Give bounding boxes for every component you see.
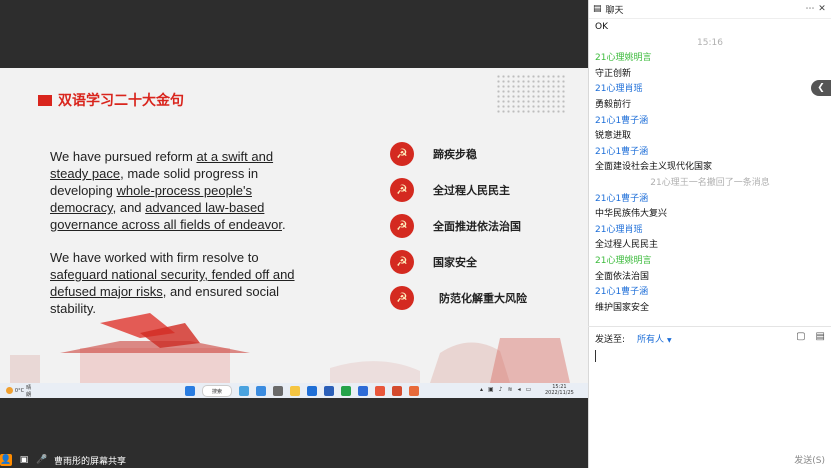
party-emblem-icon: ☭ xyxy=(390,142,414,166)
message-sender: 21心1曹子涵 xyxy=(595,146,649,157)
user-icon: 👤 xyxy=(0,454,12,466)
screen-share-status: 👤 ▣ 🎤 曹雨彤的屏幕共享 xyxy=(0,452,588,468)
send-to-bar: 发送至: 所有人 ▼ ▢ ▤ xyxy=(588,326,831,349)
speaker-icon[interactable]: ◂ xyxy=(518,386,521,393)
more-icon[interactable]: ⋯ xyxy=(804,4,816,14)
microphone-icon[interactable]: 🎤 xyxy=(36,454,48,466)
windows-taskbar: 0°C 晴朗 搜索 ▴ ▣ ♪ ≋ ◂ ▭ 15:21 2022/11/25 xyxy=(0,383,588,398)
taskbar-apps: 搜索 xyxy=(185,385,419,397)
clock-date: 2022/11/25 xyxy=(545,390,574,396)
search-label: 搜索 xyxy=(211,388,222,395)
send-to-label: 发送至: xyxy=(595,334,626,345)
send-button[interactable]: 发送(S) xyxy=(773,452,825,466)
screen-share-area: 双语学习二十大金句 We have pursued reform at a sw… xyxy=(0,0,588,468)
keyword-label: 国家安全 xyxy=(433,256,477,269)
store-icon[interactable] xyxy=(307,386,317,396)
weather-label: 晴朗 xyxy=(26,384,32,398)
taskbar-clock[interactable]: 15:21 2022/11/25 xyxy=(545,384,574,396)
chat-header: ▤ 聊天 ⋯ ✕ xyxy=(589,0,831,19)
wechat-icon[interactable] xyxy=(341,386,351,396)
chat-input[interactable] xyxy=(592,348,826,448)
tiananmen-flag-illustration xyxy=(10,313,570,383)
folder-icon[interactable] xyxy=(290,386,300,396)
taskview-icon[interactable] xyxy=(273,386,283,396)
chat-message-list: OK 15:16 21心理姚明言 守正创新 21心理肖瑶 勇毅前行 21心1曹子涵 锐意进取 2… xyxy=(595,20,825,316)
weather-widget[interactable]: 0°C 晴朗 xyxy=(6,384,36,398)
send-to-dropdown[interactable]: 所有人 ▼ xyxy=(637,332,672,345)
battery-icon[interactable]: ▭ xyxy=(526,386,532,393)
keyword-label: 全面推进依法治国 xyxy=(433,220,521,233)
mail-icon[interactable] xyxy=(358,386,368,396)
decorative-dot-grid xyxy=(496,74,566,114)
message-text: 全过程人民民主 xyxy=(595,240,659,251)
wps-icon[interactable] xyxy=(375,386,385,396)
message-text: 中华民族伟大复兴 xyxy=(595,209,668,220)
slide-title-text: 双语学习二十大金句 xyxy=(58,93,184,109)
browser-icon[interactable] xyxy=(256,386,266,396)
message-sender: 21心1曹子涵 xyxy=(595,287,649,298)
chevron-left-icon: ❮ xyxy=(817,83,825,93)
keyword-item: ☭ 全过程人民民主 xyxy=(390,177,570,203)
message-sender: 21心理肖瑶 xyxy=(595,224,643,235)
screen-share-label: 曹雨彤的屏幕共享 xyxy=(54,456,127,467)
chevron-up-icon[interactable]: ▴ xyxy=(480,386,483,393)
message-text: 全面建设社会主义现代化国家 xyxy=(595,162,713,173)
message-text: 勇毅前行 xyxy=(595,99,632,110)
weather-temp: 0°C xyxy=(14,387,25,394)
sun-icon xyxy=(6,387,13,394)
wifi-icon[interactable]: ≋ xyxy=(508,386,513,393)
para1-text-3: , and xyxy=(112,200,146,215)
file-icon[interactable]: ▢ xyxy=(796,331,805,342)
party-emblem-icon: ☭ xyxy=(390,178,414,202)
party-emblem-icon: ☭ xyxy=(390,214,414,238)
message-sender: 21心1曹子涵 xyxy=(595,193,649,204)
system-message: 15:16 xyxy=(697,37,723,48)
message-sender: 21心理肖瑶 xyxy=(595,84,643,95)
slide-title: 双语学习二十大金句 xyxy=(38,90,184,110)
title-marker xyxy=(38,94,52,106)
keyword-item: ☭ 国家安全 xyxy=(390,249,570,275)
collapse-panel-button[interactable]: ❮ xyxy=(811,80,831,96)
message-text: OK xyxy=(595,22,608,32)
keyword-label: 蹄疾步稳 xyxy=(433,148,477,161)
system-message: 21心理王一名撤回了一条消息 xyxy=(650,177,770,188)
camera-icon[interactable]: ▣ xyxy=(488,386,494,393)
microphone-icon[interactable]: ♪ xyxy=(499,386,503,393)
taskbar-search[interactable]: 搜索 xyxy=(202,385,232,397)
system-tray: ▴ ▣ ♪ ≋ ◂ ▭ xyxy=(480,386,531,393)
chat-title: 聊天 xyxy=(605,5,624,16)
text-caret xyxy=(595,350,596,362)
message-sender: 21心理姚明言 xyxy=(595,255,652,266)
screen-share-icon[interactable]: ▣ xyxy=(18,454,30,466)
keyword-item: ☭ 蹄疾步稳 xyxy=(390,141,570,167)
message-text: 锐意进取 xyxy=(595,131,632,142)
message-text: 全面依法治国 xyxy=(595,271,650,282)
chat-tools: ▢ ▤ xyxy=(796,331,825,342)
dropdown-arrow-icon: ▼ xyxy=(666,336,672,344)
party-emblem-icon: ☭ xyxy=(390,250,414,274)
para1-text-1: We have pursued reform xyxy=(50,149,197,164)
message-text: 维护国家安全 xyxy=(595,302,650,313)
screenshot-icon[interactable]: ▤ xyxy=(816,331,825,342)
start-icon[interactable] xyxy=(185,386,195,396)
keyword-label: 全过程人民民主 xyxy=(433,184,510,197)
presentation-slide: 双语学习二十大金句 We have pursued reform at a sw… xyxy=(0,68,588,383)
para2-text-1: We have worked with firm resolve to xyxy=(50,250,259,265)
firefox-icon[interactable] xyxy=(409,386,419,396)
para1-text-4: . xyxy=(281,217,286,232)
message-text: 守正创新 xyxy=(595,68,632,79)
message-sender: 21心理姚明言 xyxy=(595,53,652,64)
keyword-item: ☭ 全面推进依法治国 xyxy=(390,213,570,239)
send-to-value: 所有人 xyxy=(637,334,665,345)
powerpoint-icon[interactable] xyxy=(392,386,402,396)
close-icon[interactable]: ✕ xyxy=(816,4,828,14)
chat-icon: ▤ xyxy=(593,4,602,14)
paragraph-reform: We have pursued reform at a swift and st… xyxy=(50,148,312,233)
meeting-icon[interactable] xyxy=(324,386,334,396)
edge-icon[interactable] xyxy=(239,386,249,396)
message-sender: 21心1曹子涵 xyxy=(595,115,649,126)
